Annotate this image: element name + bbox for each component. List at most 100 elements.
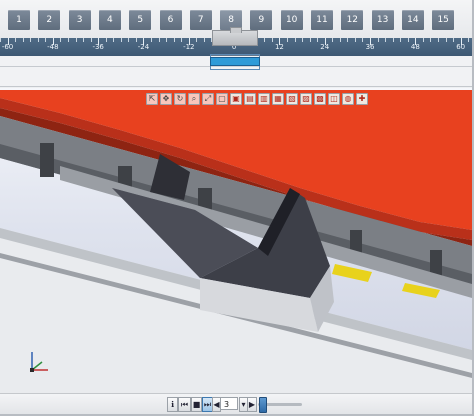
ruler-tick <box>392 38 394 42</box>
ruler-tick <box>60 38 62 42</box>
station-button-3[interactable]: 3 <box>68 10 91 30</box>
ruler-tick <box>128 38 130 42</box>
ruler-tick <box>37 38 39 42</box>
station-button-13[interactable]: 13 <box>371 10 394 30</box>
view-right-icon[interactable]: ▧ <box>286 93 298 105</box>
ruler-label: 48 <box>410 43 420 51</box>
render-icon[interactable]: ◍ <box>342 93 354 105</box>
ruler-tick <box>468 38 470 42</box>
ruler-tick <box>15 38 17 42</box>
station-button-10[interactable]: 10 <box>280 10 303 30</box>
station-button-4[interactable]: 4 <box>98 10 121 30</box>
press-brake-simulator: 1 2 3 4 5 6 7 8 9 10 11 12 13 14 15 -60 -48 -36 -24 -12 0 12… <box>0 0 474 416</box>
ruler-label: -12 <box>183 43 195 51</box>
axis-triad-icon <box>30 352 48 372</box>
stop-button[interactable]: ■ <box>191 397 202 412</box>
ruler-tick <box>135 38 137 42</box>
ruler-tick <box>158 38 160 42</box>
view-toolbar: ⇱ ✥ ↻ ⌕ ⤢ ▢ ▣ ▤ ▥ ▦ ▧ ▨ ▩ ◫ ◍ ✚ <box>146 93 368 105</box>
ruler-tick <box>339 38 341 42</box>
ruler-tick <box>196 38 198 42</box>
zoom-window-icon[interactable]: ▢ <box>216 93 228 105</box>
ruler-label: -36 <box>92 43 104 51</box>
scene <box>0 90 472 393</box>
ruler-tick <box>67 38 69 42</box>
step-number-field[interactable]: 3 <box>220 397 238 410</box>
ruler-label: 60 <box>456 43 466 51</box>
ruler-label: 12 <box>274 43 284 51</box>
clamp <box>430 250 442 276</box>
ruler-tick <box>400 38 402 42</box>
ruler-tick <box>0 38 1 42</box>
ruler-tick <box>438 38 440 42</box>
ruler-tick <box>166 38 168 42</box>
timeline-slider-thumb[interactable] <box>259 397 267 413</box>
ruler-tick <box>105 38 107 42</box>
3d-viewport[interactable]: ⇱ ✥ ↻ ⌕ ⤢ ▢ ▣ ▤ ▥ ▦ ▧ ▨ ▩ ◫ ◍ ✚ <box>0 88 472 393</box>
ruler-tick <box>271 38 273 42</box>
simulation-player: ℹ ⏮ ■ ⏭ ◀ 3 ▾ ▶ <box>0 393 472 414</box>
ruler-tick <box>294 38 296 42</box>
step-forward-button[interactable]: ▶ <box>247 397 257 412</box>
view-back-icon[interactable]: ▥ <box>258 93 270 105</box>
station-button-11[interactable]: 11 <box>311 10 333 30</box>
station-button-6[interactable]: 6 <box>159 10 182 30</box>
ruler-tick <box>377 38 379 42</box>
ruler-tick <box>354 38 356 42</box>
ruler-tick <box>362 38 364 42</box>
zoom-fit-icon[interactable]: ⤢ <box>202 93 214 105</box>
ruler-tick <box>75 38 77 42</box>
station-button-5[interactable]: 5 <box>129 10 152 30</box>
ruler-tick <box>45 38 47 42</box>
skip-to-start-button[interactable]: ⏮ <box>178 397 191 412</box>
view-cube-icon[interactable]: ◫ <box>328 93 340 105</box>
ruler-tick <box>302 38 304 42</box>
ruler-tick <box>422 38 424 42</box>
ruler-tick <box>22 38 24 42</box>
selected-tool-segment[interactable] <box>210 57 260 66</box>
ruler-tick <box>203 38 205 42</box>
ruler-tick <box>181 38 183 42</box>
station-button-15[interactable]: 15 <box>432 10 455 30</box>
ruler-tick <box>309 38 311 42</box>
station-button-14[interactable]: 14 <box>401 10 424 30</box>
ruler-tick <box>317 38 319 42</box>
view-left-icon[interactable]: ▦ <box>272 93 284 105</box>
view-bottom-icon[interactable]: ▩ <box>314 93 326 105</box>
ruler-tick <box>90 38 92 42</box>
ruler-tick <box>30 38 32 42</box>
ruler-label: -60 <box>1 43 14 51</box>
station-button-7[interactable]: 7 <box>189 10 212 30</box>
ruler-label: 24 <box>320 43 330 51</box>
view-iso-icon[interactable]: ▣ <box>230 93 242 105</box>
ruler-tick <box>385 38 387 42</box>
view-front-icon[interactable]: ▤ <box>244 93 256 105</box>
ruler-tick <box>453 38 455 42</box>
ruler-tick <box>407 38 409 42</box>
ruler-label: -48 <box>47 43 59 51</box>
station-button-12[interactable]: 12 <box>341 10 364 30</box>
station-button-1[interactable]: 1 <box>8 10 30 30</box>
info-button[interactable]: ℹ <box>167 397 178 412</box>
zoom-icon[interactable]: ⌕ <box>188 93 200 105</box>
clamp <box>40 143 54 177</box>
ruler-tick <box>173 38 175 42</box>
ruler-tool-marker[interactable] <box>212 27 258 46</box>
station-button-9[interactable]: 9 <box>250 10 273 30</box>
ruler-tick <box>286 38 288 42</box>
ruler-tick <box>445 38 447 42</box>
ruler-label: -24 <box>137 43 150 51</box>
ruler-tick <box>332 38 334 42</box>
ruler-tick <box>347 38 349 42</box>
ruler-tick <box>83 38 85 42</box>
ruler-tick <box>430 38 432 42</box>
cursor-icon[interactable]: ⇱ <box>146 93 158 105</box>
orbit-icon[interactable]: ↻ <box>174 93 186 105</box>
ruler-label: 36 <box>365 43 375 51</box>
pan-icon[interactable]: ✥ <box>160 93 172 105</box>
add-icon[interactable]: ✚ <box>356 93 368 105</box>
ruler-tick <box>113 38 115 42</box>
ruler-tick <box>264 38 266 42</box>
station-button-2[interactable]: 2 <box>38 10 61 30</box>
view-top-icon[interactable]: ▨ <box>300 93 312 105</box>
